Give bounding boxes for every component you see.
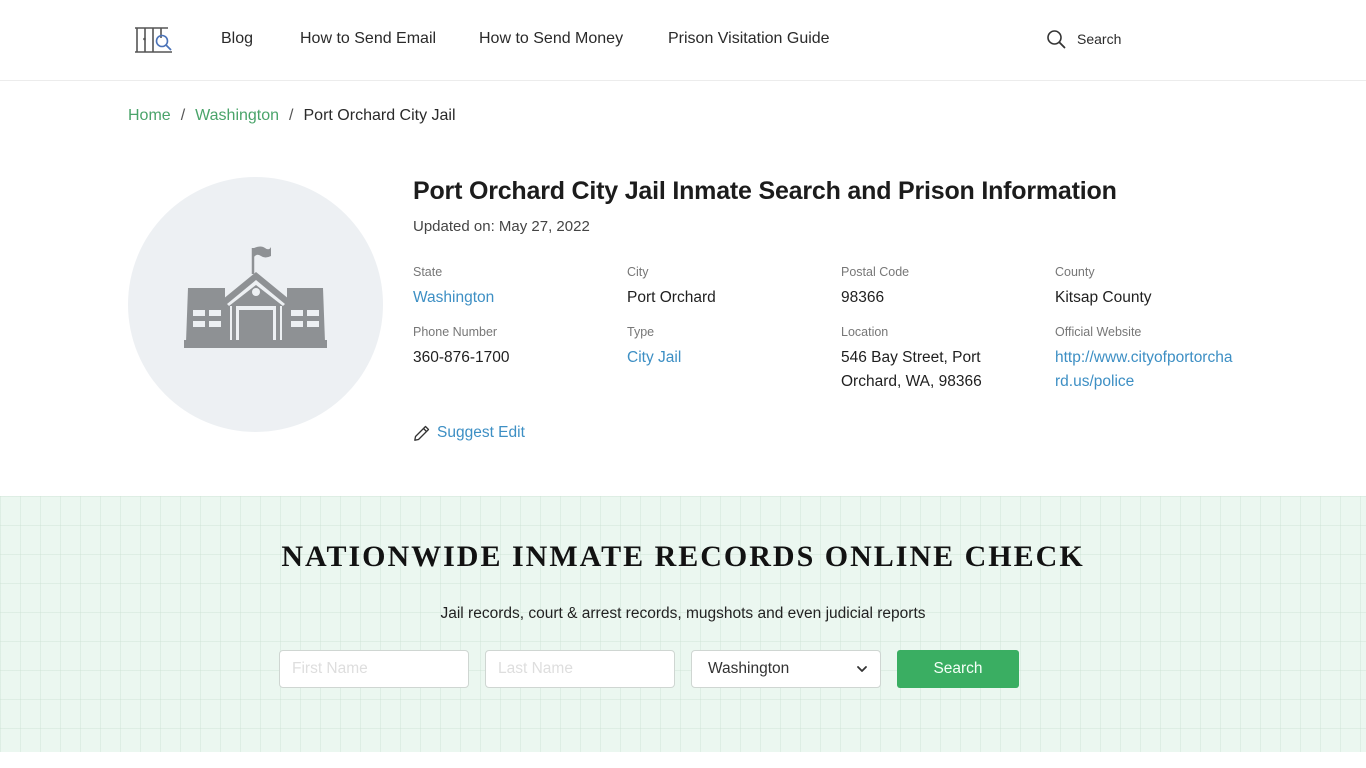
facility-image <box>128 177 383 432</box>
breadcrumb-separator: / <box>289 107 294 124</box>
field-label: Official Website <box>1055 325 1142 339</box>
logo[interactable] <box>134 26 174 54</box>
page-title: Port Orchard City Jail Inmate Search and… <box>413 177 1117 205</box>
first-name-input[interactable] <box>279 650 469 688</box>
nav-how-to-send-money[interactable]: How to Send Money <box>479 30 623 48</box>
field-city: City Port Orchard <box>627 264 827 310</box>
field-value: 98366 <box>841 289 885 306</box>
state-select[interactable]: Washington <box>691 650 881 688</box>
state-link[interactable]: Washington <box>413 286 613 310</box>
field-state: State Washington <box>413 264 613 310</box>
breadcrumb: Home / Washington / Port Orchard City Ja… <box>128 107 456 125</box>
prison-bars-search-icon <box>135 27 172 53</box>
field-value: 546 Bay Street, Port Orchard, WA, 98366 <box>841 349 982 390</box>
records-search-button[interactable]: Search <box>897 650 1019 688</box>
breadcrumb-current: Port Orchard City Jail <box>303 107 456 124</box>
field-value: 360-876-1700 <box>413 349 510 366</box>
field-label: Location <box>841 325 889 339</box>
field-label: Type <box>627 325 655 339</box>
field-label: Phone Number <box>413 325 498 339</box>
field-value: Port Orchard <box>627 289 716 306</box>
nav-prison-visitation-guide[interactable]: Prison Visitation Guide <box>668 30 830 48</box>
search-label: Search <box>1077 31 1122 47</box>
field-postal-code: Postal Code 98366 <box>841 264 1041 310</box>
field-label: State <box>413 265 443 279</box>
field-phone-number: Phone Number 360-876-1700 <box>413 324 613 370</box>
breadcrumb-home[interactable]: Home <box>128 107 171 125</box>
records-title: NATIONWIDE INMATE RECORDS ONLINE CHECK <box>281 540 1085 573</box>
field-type: Type City Jail <box>627 324 827 370</box>
nav-how-to-send-email[interactable]: How to Send Email <box>300 30 436 48</box>
last-name-input[interactable] <box>485 650 675 688</box>
field-county: County Kitsap County <box>1055 264 1255 310</box>
building-with-flag-icon <box>183 246 327 348</box>
field-official-website: Official Website http://www.cityofportor… <box>1055 324 1255 394</box>
type-link[interactable]: City Jail <box>627 346 827 370</box>
field-label: Postal Code <box>841 265 910 279</box>
header-search-button[interactable]: Search <box>1046 29 1121 49</box>
field-label: County <box>1055 265 1095 279</box>
state-select-value: Washington <box>708 660 790 677</box>
breadcrumb-washington[interactable]: Washington <box>195 107 279 125</box>
suggest-edit-label: Suggest Edit <box>437 424 525 441</box>
field-location: Location 546 Bay Street, Port Orchard, W… <box>841 324 1041 394</box>
suggest-edit-button[interactable]: Suggest Edit <box>413 424 525 442</box>
field-value: Kitsap County <box>1055 289 1152 306</box>
website-link[interactable]: http://www.cityofportorchard.us/police <box>1055 346 1235 394</box>
nav-blog[interactable]: Blog <box>221 30 253 48</box>
field-label: City <box>627 265 649 279</box>
inmate-records-search-section: NATIONWIDE INMATE RECORDS ONLINE CHECK J… <box>0 496 1366 752</box>
search-icon <box>1047 30 1066 49</box>
chevron-down-icon <box>857 666 867 672</box>
updated-date: Updated on: May 27, 2022 <box>413 218 590 235</box>
breadcrumb-separator: / <box>180 107 186 124</box>
records-subtitle: Jail records, court & arrest records, mu… <box>440 605 926 622</box>
pencil-icon <box>414 425 430 441</box>
site-header: Blog How to Send Email How to Send Money… <box>0 0 1366 81</box>
